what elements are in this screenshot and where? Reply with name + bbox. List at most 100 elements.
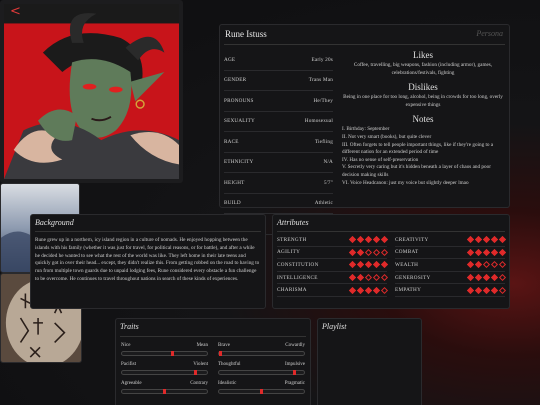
trait-slider[interactable] (121, 370, 208, 375)
diamond-pip-icon (474, 248, 483, 256)
field-value: Early 20s (311, 56, 333, 63)
trait-slider[interactable] (218, 351, 305, 356)
attribute-wealth: WEALTH (395, 259, 507, 272)
trait-slider[interactable] (218, 389, 305, 394)
diamond-pip-icon (348, 286, 357, 294)
diamond-pip-icon (490, 248, 499, 256)
attribute-label: INTELLIGENCE (277, 274, 318, 281)
diamond-pip-icon (356, 274, 365, 282)
diamond-pip-icon (348, 261, 357, 269)
slider-knob[interactable] (292, 370, 296, 375)
note-item: I. Birthday: September (342, 126, 390, 133)
attribute-label: STRENGTH (277, 236, 307, 243)
diamond-pip-icon (498, 261, 507, 269)
field-label: HEIGHT (224, 179, 245, 186)
diamond-pip-icon (348, 236, 357, 244)
attribute-rating (466, 286, 507, 294)
notes-heading: Notes (412, 114, 434, 125)
diamond-pip-icon (356, 286, 365, 294)
field-value: Trans Man (308, 77, 333, 84)
diamond-pip-icon (348, 274, 357, 282)
persona-label: Persona (476, 29, 503, 38)
diamond-pip-icon (466, 248, 475, 256)
slider-knob[interactable] (260, 389, 263, 394)
diamond-pip-icon (498, 236, 507, 244)
trait-slider[interactable] (121, 389, 208, 394)
trait-slider[interactable] (121, 351, 208, 356)
diamond-pip-icon (364, 236, 373, 244)
diamond-pip-icon (372, 286, 381, 294)
trait-slider[interactable] (218, 370, 305, 375)
traits-title: Traits (120, 322, 139, 331)
background-title: Background (35, 218, 74, 227)
field-value: Athletic (314, 200, 333, 207)
field-label: ETHNICITY (224, 159, 254, 166)
background-panel: Background Rune grew up in a northern, i… (30, 214, 266, 309)
trait-left-label: Brave (218, 343, 230, 348)
trait-pacifist: Pacifist Violent (121, 362, 208, 375)
attribute-label: AGILITY (277, 249, 301, 256)
attribute-rating (466, 248, 507, 256)
divider (277, 231, 505, 232)
diamond-pip-icon (474, 261, 483, 269)
background-text: Rune grew up in a northern, icy island r… (35, 237, 260, 282)
playlist-title: Playlist (322, 322, 347, 331)
attribute-empathy: EMPATHY (395, 284, 507, 297)
trait-labels: Idealistic Pragmatic (218, 381, 305, 386)
trait-right-label: Contrary (190, 381, 208, 386)
field-value: He/They (313, 97, 333, 104)
slider-knob[interactable] (219, 351, 222, 356)
diamond-pip-icon (372, 248, 381, 256)
field-row-build: BUILD Athletic (224, 194, 333, 214)
note-item: II. Not very smart (books), but quite cl… (342, 133, 432, 140)
dislikes-text: Being in one place for too long, alcohol… (343, 94, 503, 108)
traits-grid: Nice Mean Brave Cowardly Pacifist Violent Thou… (121, 343, 305, 394)
field-row-sexuality: SEXUALITY Homosexual (224, 112, 333, 132)
divider (120, 336, 306, 337)
attribute-rating (348, 274, 389, 282)
attribute-label: CREATIVITY (395, 236, 429, 243)
trait-labels: Pacifist Violent (121, 362, 208, 367)
attribute-rating (348, 248, 389, 256)
slider-knob[interactable] (171, 351, 175, 356)
diamond-pip-icon (490, 261, 499, 269)
diamond-pip-icon (348, 248, 357, 256)
field-row-pronouns: PRONOUNS He/They (224, 91, 333, 112)
diamond-pip-icon (498, 248, 507, 256)
back-arrow-icon[interactable]: < (10, 4, 21, 19)
trait-right-label: Cowardly (285, 343, 305, 348)
diamond-pip-icon (380, 286, 389, 294)
attribute-label: CHARISMA (277, 287, 307, 294)
diamond-pip-icon (364, 261, 373, 269)
diamond-pip-icon (356, 236, 365, 244)
diamond-pip-icon (364, 286, 373, 294)
field-value: Tiefling (314, 138, 333, 145)
character-name: Rune Istuss (225, 29, 267, 39)
diamond-pip-icon (482, 248, 491, 256)
diamond-pip-icon (466, 261, 475, 269)
diamond-pip-icon (498, 286, 507, 294)
field-label: BUILD (224, 200, 241, 207)
attribute-label: WEALTH (395, 261, 419, 268)
trait-labels: Thoughtful Impulsive (218, 362, 305, 367)
diamond-pip-icon (364, 274, 373, 282)
trait-thoughtful: Thoughtful Impulsive (218, 362, 305, 375)
trait-left-label: Pacifist (121, 362, 136, 367)
divider (35, 231, 261, 232)
slider-knob[interactable] (194, 370, 198, 375)
trait-labels: Nice Mean (121, 343, 208, 348)
trait-left-label: Thoughtful (218, 362, 241, 367)
attribute-combat: COMBAT (395, 247, 507, 260)
diamond-pip-icon (372, 236, 381, 244)
trait-brave: Brave Cowardly (218, 343, 305, 356)
attribute-label: CONSTITUTION (277, 261, 319, 268)
trait-labels: Brave Cowardly (218, 343, 305, 348)
diamond-pip-icon (474, 286, 483, 294)
slider-knob[interactable] (163, 389, 166, 394)
diamond-pip-icon (466, 286, 475, 294)
attribute-charisma: CHARISMA (277, 284, 389, 297)
diamond-pip-icon (466, 236, 475, 244)
trait-right-label: Impulsive (285, 362, 305, 367)
field-row-age: AGE Early 20s (224, 50, 333, 71)
diamond-pip-icon (482, 261, 491, 269)
